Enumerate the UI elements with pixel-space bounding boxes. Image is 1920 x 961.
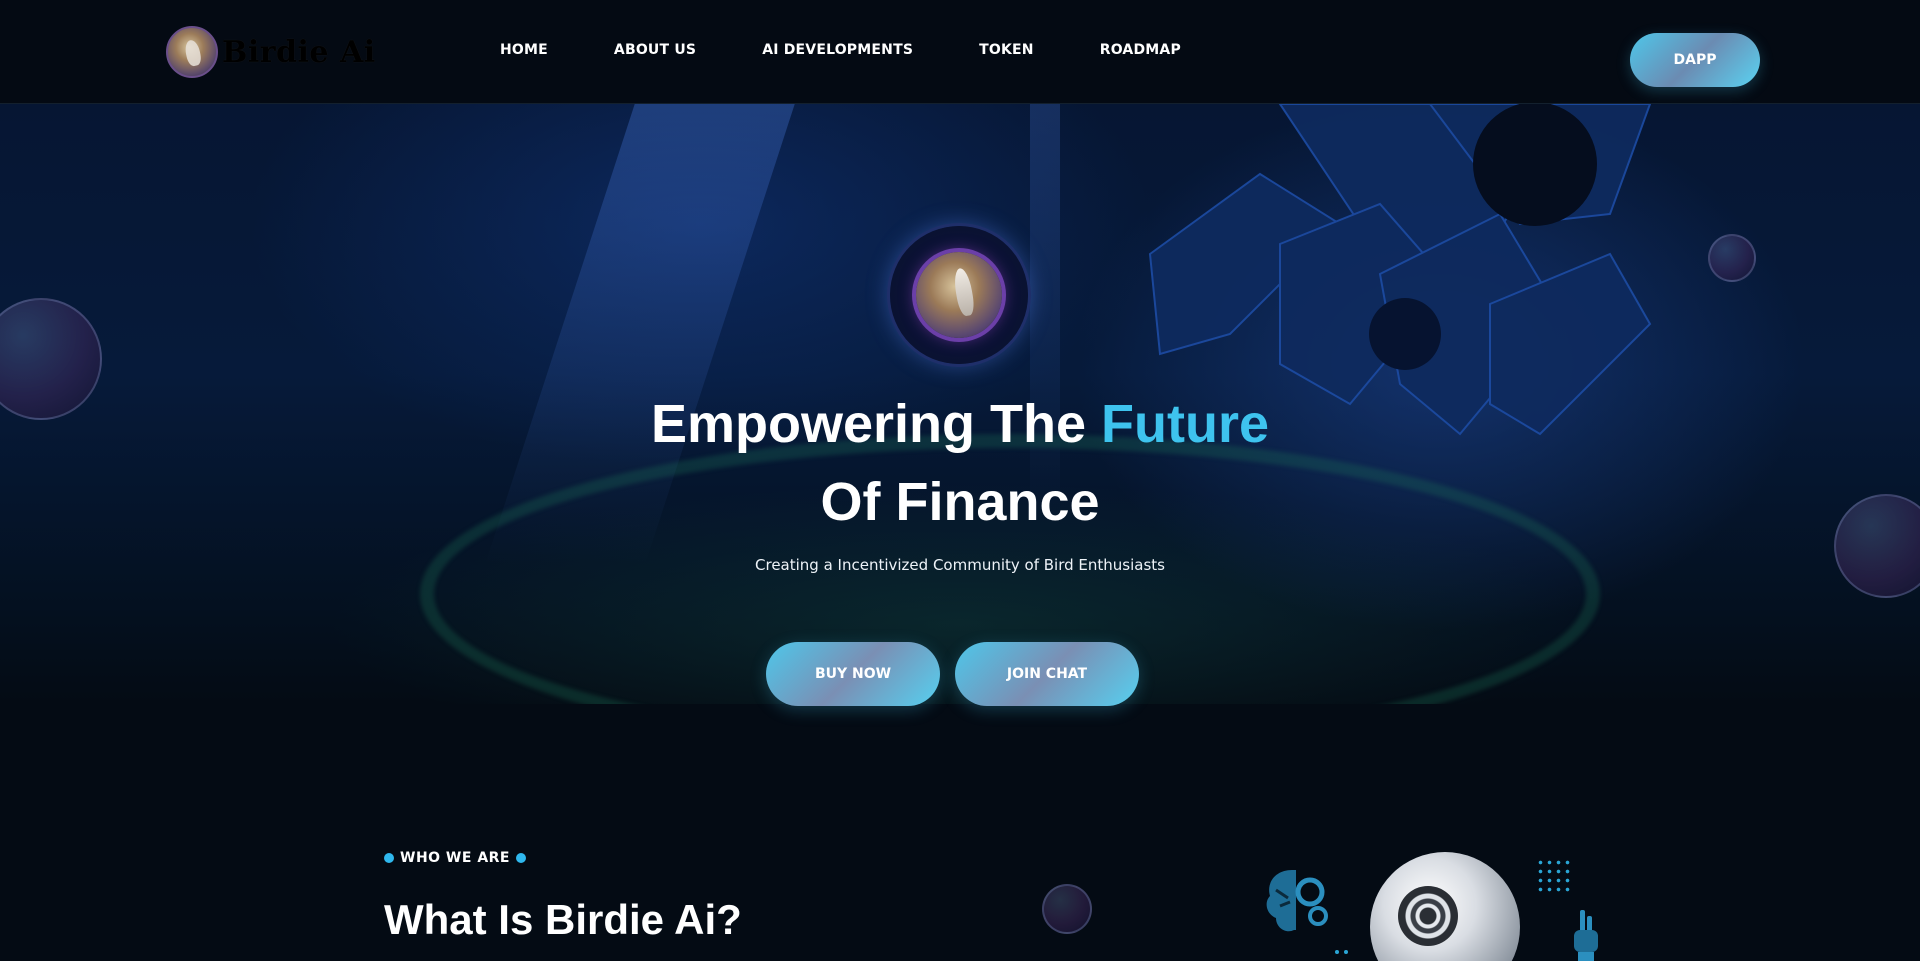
buy-now-button[interactable]: BUY NOW [766, 642, 940, 706]
dot-grid-icon [1536, 858, 1572, 894]
hero-title-accent: Future [1101, 394, 1270, 454]
bird-emblem-icon [916, 252, 1002, 338]
robot-hand-icon [1574, 910, 1598, 961]
hero-title-line2: Of Finance [820, 472, 1100, 532]
robot-eye [1398, 886, 1458, 946]
eyebrow-label: WHO WE ARE [400, 850, 510, 866]
section-eyebrow: WHO WE ARE [384, 850, 526, 866]
main-nav: HOME ABOUT US AI DEVELOPMENTS TOKEN ROAD… [500, 42, 1247, 58]
hero-emblem [890, 226, 1028, 364]
decorative-bubble [1042, 884, 1092, 934]
site-header: Birdie Ai HOME ABOUT US AI DEVELOPMENTS … [0, 0, 1920, 104]
logo[interactable]: Birdie Ai [166, 26, 376, 78]
hero-title-part1: Empowering The [650, 394, 1087, 454]
hero-subtitle: Creating a Incentivized Community of Bir… [755, 556, 1165, 574]
nav-roadmap[interactable]: ROADMAP [1100, 42, 1181, 58]
nav-ai-developments[interactable]: AI DEVELOPMENTS [762, 42, 913, 58]
small-dots-icon [1335, 950, 1348, 954]
decorative-bubble [1708, 234, 1756, 282]
bird-logo-icon [166, 26, 218, 78]
logo-text: Birdie Ai [222, 34, 376, 70]
nav-home[interactable]: HOME [500, 42, 548, 58]
section-title: What Is Birdie Ai? [384, 896, 742, 943]
nav-token[interactable]: TOKEN [979, 42, 1034, 58]
dapp-button[interactable]: DAPP [1630, 33, 1760, 87]
nav-about-us[interactable]: ABOUT US [614, 42, 696, 58]
join-chat-button[interactable]: JOIN CHAT [955, 642, 1139, 706]
robot-head-graphic [1370, 852, 1520, 961]
dot-icon [384, 853, 394, 863]
dot-icon [516, 853, 526, 863]
hero-title: Empowering The Future [0, 386, 1920, 462]
brain-gear-icon [1266, 870, 1328, 932]
bird-figure [951, 266, 977, 318]
